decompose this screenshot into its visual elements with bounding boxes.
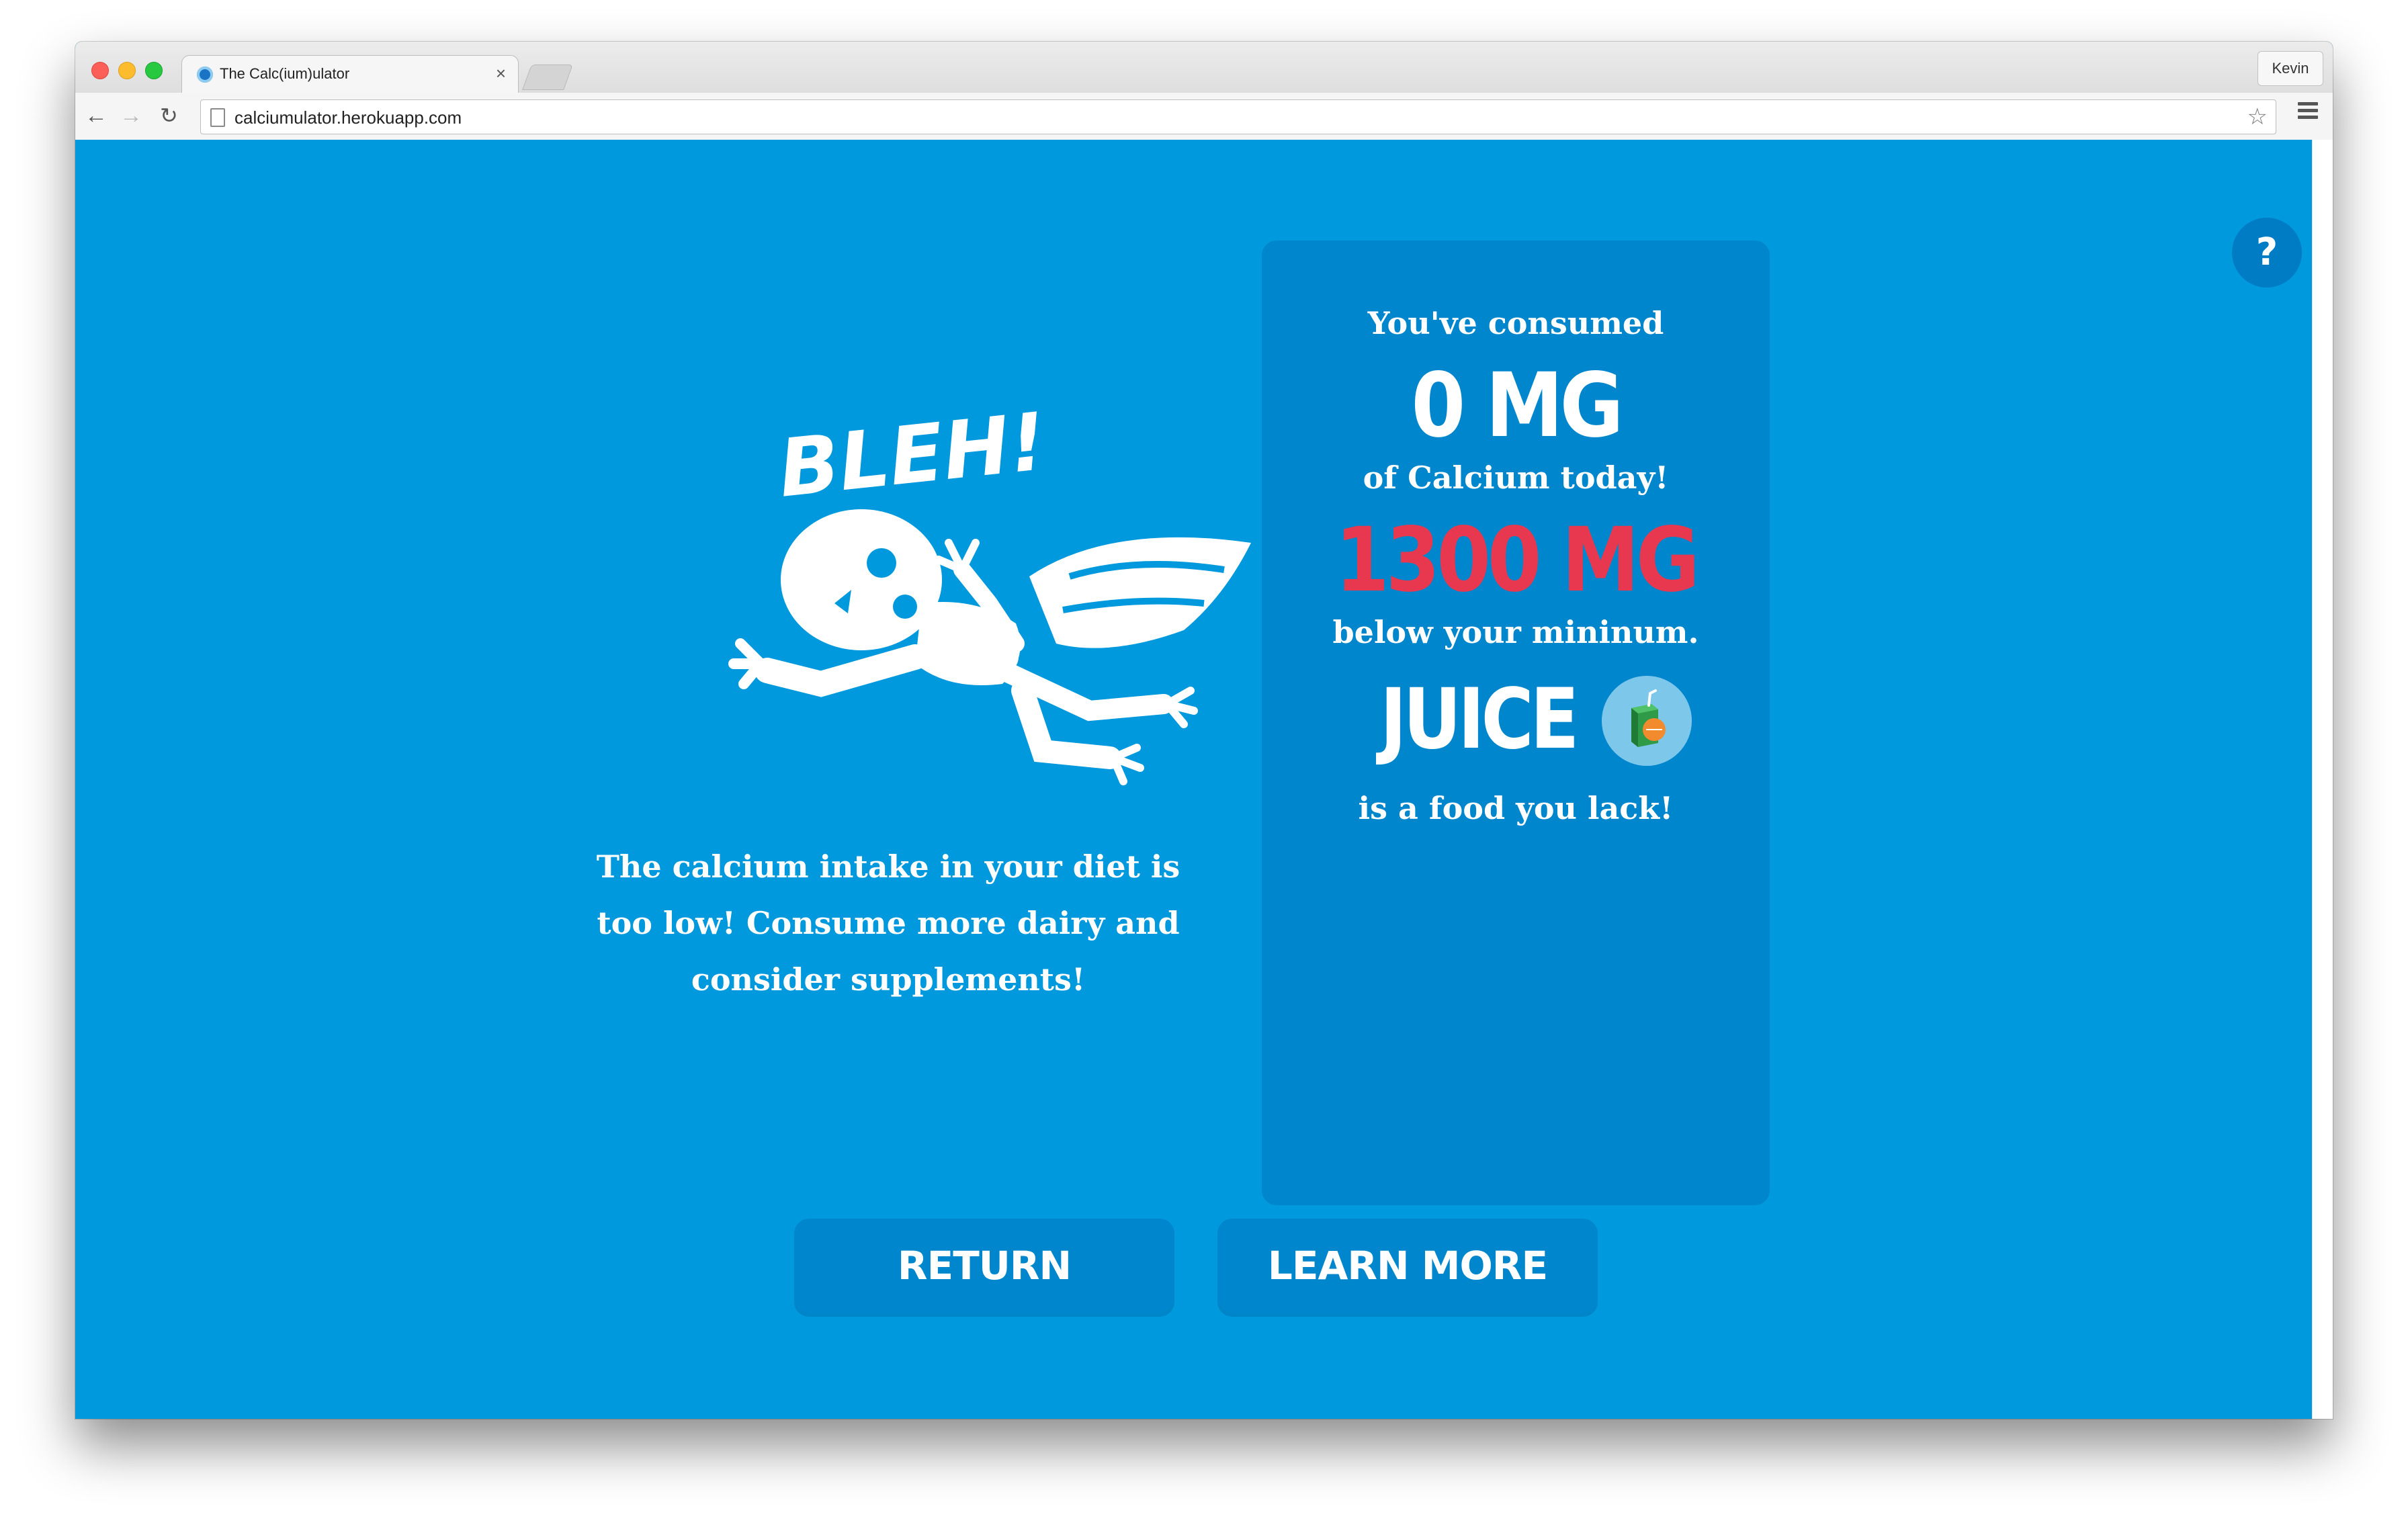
results-panel: You've consumed 0 MG of Calcium today! 1… [1262,241,1770,1205]
bookmark-star-icon[interactable]: ☆ [2247,103,2268,130]
favicon-icon [197,67,213,83]
browser-toolbar: ← → ↻ calciumulator.herokuapp.com ☆ [75,93,2333,140]
consumed-label: You've consumed [1367,305,1664,341]
juice-box-icon [1602,676,1692,766]
deficit-label: below your mininum. [1332,614,1699,650]
back-arrow-icon[interactable]: ← [85,101,108,130]
diet-message: The calcium intake in your diet is too l… [596,848,1180,998]
bleh-exclamation: BLEH! [774,395,1050,515]
browser-window: The Calc(ium)ulator × Kevin ← → ↻ calciu… [75,42,2333,1419]
page-viewport: ? BLEH! The calcium intake in your diet … [75,140,2313,1419]
minimize-window-button[interactable] [118,62,136,79]
skeleton-mascot-illustration: BLEH! [728,395,1251,785]
hamburger-menu-icon[interactable] [2298,102,2318,122]
vertical-scrollbar[interactable] [2312,140,2333,1419]
profile-button[interactable]: Kevin [2258,51,2323,86]
lacking-food-row: JUICE [1262,669,1770,770]
page-icon [210,108,225,127]
food-name: JUICE [1380,671,1579,768]
reload-icon[interactable]: ↻ [160,101,178,130]
deficit-value: 1300 MG [1335,509,1700,612]
return-button[interactable]: RETURN [794,1219,1174,1313]
browser-tab[interactable]: The Calc(ium)ulator × [181,55,519,93]
consumed-value: 0 MG [1411,354,1623,458]
food-lack-label: is a food you lack! [1358,790,1674,826]
tab-close-icon[interactable]: × [496,63,506,84]
zoom-window-button[interactable] [145,62,163,79]
calcium-label: of Calcium today! [1363,460,1669,496]
help-button[interactable]: ? [2232,218,2302,288]
new-tab-button[interactable] [522,64,573,90]
forward-arrow-icon[interactable]: → [120,101,142,130]
tab-title: The Calc(ium)ulator [220,65,350,82]
address-bar[interactable]: calciumulator.herokuapp.com ☆ [200,99,2276,134]
close-window-button[interactable] [91,62,109,79]
learn-more-button[interactable]: LEARN MORE [1217,1219,1598,1313]
title-bar: The Calc(ium)ulator × Kevin [75,42,2333,93]
url-text[interactable]: calciumulator.herokuapp.com [234,107,462,128]
